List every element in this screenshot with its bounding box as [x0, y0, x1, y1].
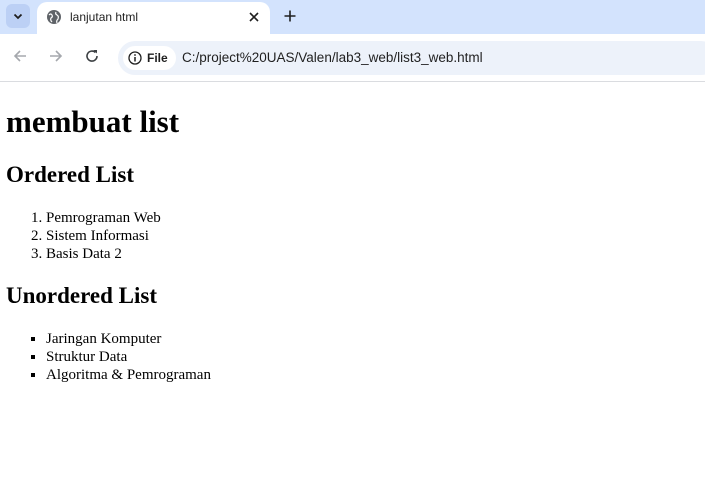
page-title: membuat list	[6, 104, 180, 139]
url-text[interactable]: C:/project%20UAS/Valen/lab3_web/list3_we…	[182, 50, 483, 66]
list-item: Struktur Data	[46, 348, 211, 366]
unordered-list: Jaringan Komputer Struktur Data Algoritm…	[0, 330, 211, 384]
address-bar[interactable]: File C:/project%20UAS/Valen/lab3_web/lis…	[118, 41, 705, 75]
close-icon	[249, 12, 259, 22]
list-item: Basis Data 2	[46, 245, 161, 263]
tab-close-button[interactable]	[246, 9, 262, 25]
tab-search-button[interactable]	[6, 4, 30, 28]
new-tab-button[interactable]	[279, 5, 301, 27]
forward-button[interactable]	[44, 44, 68, 68]
list-item: Jaringan Komputer	[46, 330, 211, 348]
reload-icon	[86, 50, 98, 62]
back-button[interactable]	[8, 44, 32, 68]
list-item: Sistem Informasi	[46, 227, 161, 245]
site-chip-label: File	[147, 51, 168, 65]
plus-icon	[284, 10, 296, 22]
unordered-list-heading: Unordered List	[6, 283, 157, 308]
tab-active[interactable]: lanjutan html	[37, 2, 270, 34]
chevron-down-icon	[13, 13, 23, 20]
ordered-list: Pemrograman Web Sistem Informasi Basis D…	[0, 209, 161, 263]
reload-button[interactable]	[80, 44, 104, 68]
arrow-left-icon	[13, 50, 26, 62]
globe-icon	[47, 10, 61, 24]
site-info-chip[interactable]: File	[123, 46, 176, 70]
ordered-list-heading: Ordered List	[6, 162, 134, 187]
browser-toolbar: File C:/project%20UAS/Valen/lab3_web/lis…	[0, 34, 705, 82]
arrow-right-icon	[50, 50, 63, 62]
list-item: Pemrograman Web	[46, 209, 161, 227]
list-item: Algoritma & Pemrograman	[46, 366, 211, 384]
info-icon	[128, 51, 142, 65]
tab-title: lanjutan html	[70, 10, 139, 24]
tab-strip: lanjutan html	[0, 0, 705, 34]
